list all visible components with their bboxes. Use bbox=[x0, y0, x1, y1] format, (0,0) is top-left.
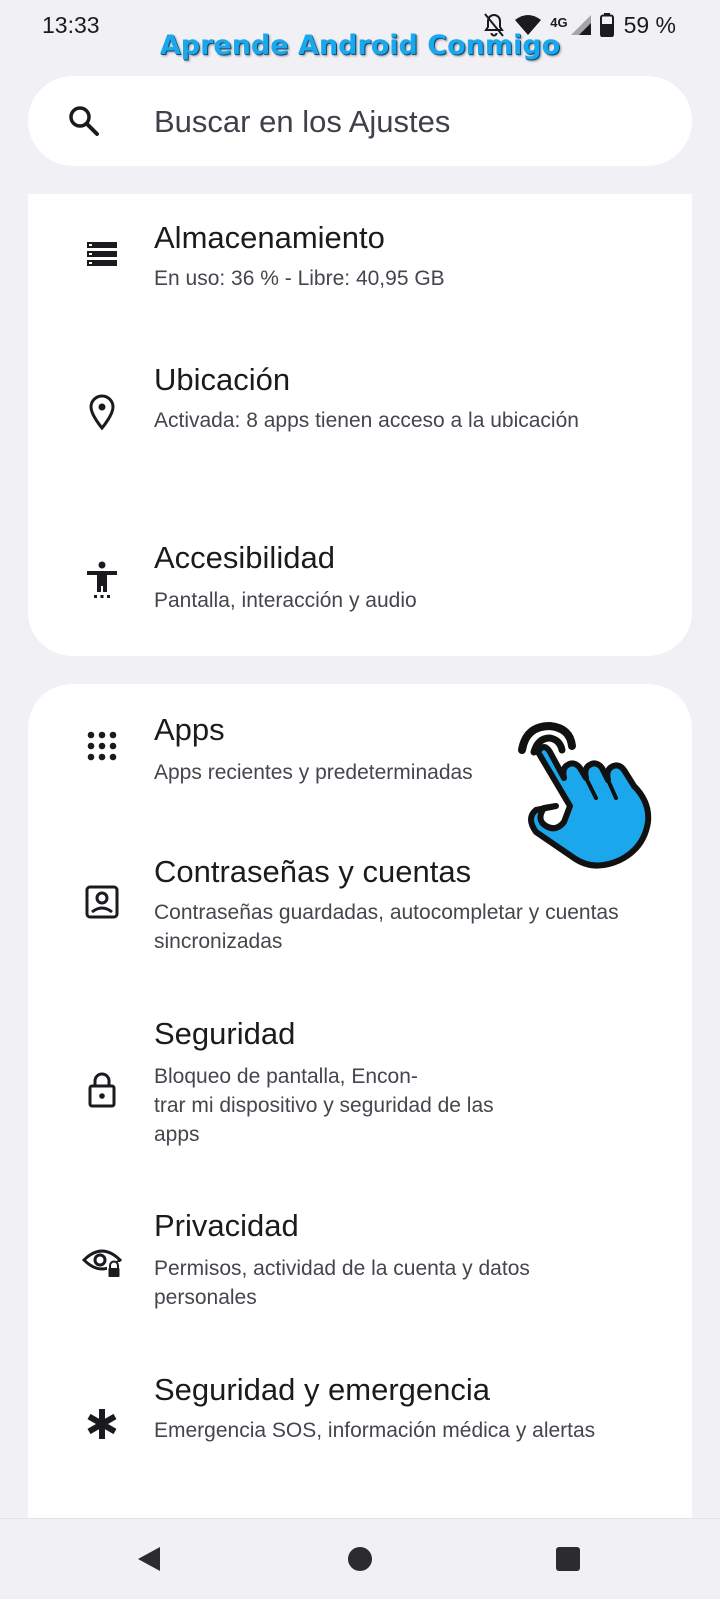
item-title: Contraseñas y cuentas bbox=[154, 854, 472, 889]
settings-item-apps[interactable]: Apps Apps recientes y predeterminadas bbox=[28, 684, 692, 834]
wifi-icon bbox=[514, 14, 542, 36]
item-subtitle: Contraseñas guardadas, autocompletar y c… bbox=[154, 901, 619, 953]
item-title: Seguridad y emergencia bbox=[154, 1372, 491, 1407]
status-bar: 13:33 4G 59 % bbox=[0, 0, 720, 52]
settings-item-privacidad[interactable]: Privacidad Permisos, actividad de la cue… bbox=[28, 1188, 692, 1350]
battery-percentage: 59 % bbox=[623, 11, 676, 38]
storage-icon bbox=[82, 234, 122, 274]
home-icon[interactable] bbox=[342, 1541, 378, 1577]
item-title: Seguridad bbox=[154, 1016, 296, 1051]
item-subtitle: Apps recientes y predeterminadas bbox=[154, 761, 473, 784]
item-title: Ubicación bbox=[154, 362, 291, 397]
settings-item-seguridad[interactable]: Seguridad Bloqueo de pantalla, Encon- tr… bbox=[28, 996, 692, 1188]
account-box-icon bbox=[82, 882, 122, 922]
item-subtitle: Activada: 8 apps tienen acceso a la ubic… bbox=[154, 409, 579, 432]
location-pin-icon bbox=[82, 392, 122, 432]
settings-item-contrasenas-cuentas[interactable]: Contraseñas y cuentas Contraseñas guarda… bbox=[28, 834, 692, 996]
lock-icon bbox=[82, 1070, 122, 1110]
search-placeholder: Buscar en los Ajustes bbox=[154, 104, 451, 139]
battery-icon bbox=[599, 13, 614, 37]
item-title: Almacenamiento bbox=[154, 220, 385, 255]
item-subtitle-line: Bloqueo de pantalla, Encon- bbox=[154, 1065, 418, 1088]
recents-icon[interactable] bbox=[550, 1541, 586, 1577]
item-title: Accesibilidad bbox=[154, 540, 335, 575]
settings-screen: 13:33 4G 59 % Aprende Android Conmigo Bu… bbox=[0, 0, 720, 1599]
search-bar[interactable]: Buscar en los Ajustes bbox=[28, 76, 692, 166]
settings-card-apps: Apps Apps recientes y predeterminadas Co… bbox=[28, 684, 692, 1524]
network-type-label: 4G bbox=[550, 14, 568, 30]
navigation-bar bbox=[0, 1518, 720, 1599]
item-subtitle: Emergencia SOS, información médica y ale… bbox=[154, 1419, 596, 1442]
item-subtitle: Pantalla, interacción y audio bbox=[154, 589, 417, 612]
accessibility-icon bbox=[82, 560, 122, 600]
cell-signal-icon bbox=[570, 14, 592, 36]
status-icons: 4G 59 % bbox=[482, 10, 676, 40]
notifications-off-icon bbox=[482, 12, 506, 38]
settings-card-device: Almacenamiento En uso: 36 % - Libre: 40,… bbox=[28, 194, 692, 656]
settings-item-almacenamiento[interactable]: Almacenamiento En uso: 36 % - Libre: 40,… bbox=[28, 194, 692, 334]
item-title: Apps bbox=[154, 712, 225, 747]
item-subtitle-line: trar mi dispositivo y seguridad de las bbox=[154, 1094, 494, 1117]
settings-item-ubicacion[interactable]: Ubicación Activada: 8 apps tienen acceso… bbox=[28, 334, 692, 506]
back-icon[interactable] bbox=[132, 1541, 168, 1577]
status-time: 13:33 bbox=[42, 12, 100, 38]
privacy-eye-lock-icon bbox=[82, 1240, 122, 1280]
apps-grid-icon bbox=[82, 726, 122, 766]
settings-item-seguridad-emergencia[interactable]: Seguridad y emergencia Emergencia SOS, i… bbox=[28, 1350, 692, 1524]
emergency-asterisk-icon bbox=[82, 1404, 122, 1444]
item-subtitle-line: apps bbox=[154, 1123, 200, 1146]
search-icon bbox=[66, 103, 102, 139]
item-title: Privacidad bbox=[154, 1208, 299, 1243]
settings-item-accesibilidad[interactable]: Accesibilidad Pantalla, interacción y au… bbox=[28, 506, 692, 656]
item-subtitle: Permisos, actividad de la cuenta y datos… bbox=[154, 1257, 530, 1309]
item-subtitle: En uso: 36 % - Libre: 40,95 GB bbox=[154, 267, 445, 290]
item-subtitle: Bloqueo de pantalla, Encon- trar mi disp… bbox=[154, 1062, 624, 1149]
